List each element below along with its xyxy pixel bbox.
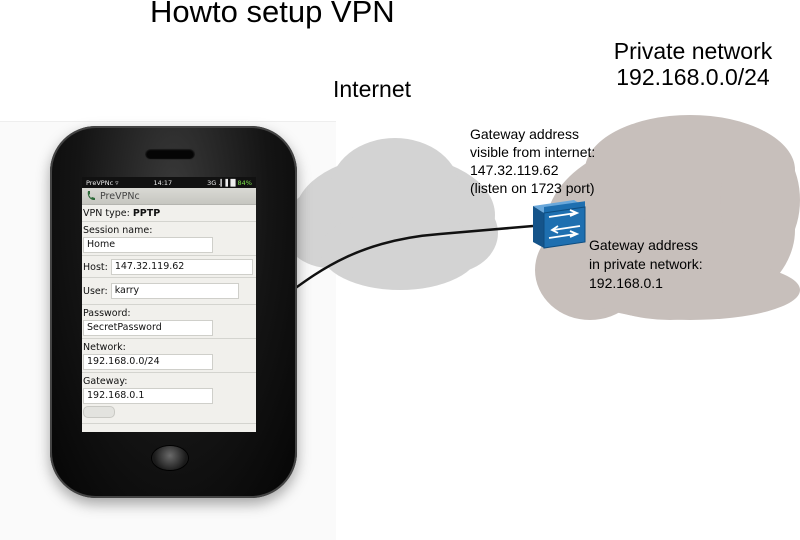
phone-home-button[interactable] <box>152 446 188 470</box>
phone-handset-icon <box>87 191 95 200</box>
note-line: Gateway address <box>589 237 698 253</box>
password-field[interactable]: SecretPassword <box>83 320 213 336</box>
app-header: PreVPNc <box>82 188 256 205</box>
session-name-label: Session name: <box>83 225 153 236</box>
signal-icon: 3G .▎▌█ <box>207 178 236 187</box>
vpn-type-value: PPTP <box>132 208 161 219</box>
status-time: 14:17 <box>153 178 173 187</box>
page-title: Howto setup VPN <box>150 0 395 29</box>
status-app-menu[interactable]: PreVPNc ▿ <box>86 179 118 187</box>
gateway-router-icon <box>533 200 586 249</box>
network-row: Network: 192.168.0.0/24 <box>82 339 256 373</box>
private-network-subnet: 192.168.0.0/24 <box>616 64 770 90</box>
gateway-row: Gateway: 192.168.0.1 <box>82 373 256 424</box>
note-line: 192.168.0.1 <box>589 275 663 291</box>
phone-earpiece <box>145 148 195 159</box>
host-field[interactable]: 147.32.119.62 <box>110 259 253 275</box>
gateway-private-address-note: Gateway address in private network: 192.… <box>589 236 703 293</box>
note-line: Gateway address <box>470 126 579 142</box>
note-line: in private network: <box>589 256 703 272</box>
gateway-field[interactable]: 192.168.0.1 <box>83 388 213 404</box>
battery-level: 84% <box>237 178 252 187</box>
password-label: Password: <box>83 308 131 319</box>
gateway-public-address-note: Gateway address visible from internet: 1… <box>470 125 595 197</box>
user-row: User: karry <box>82 278 256 305</box>
note-line: (listen on 1723 port) <box>470 180 595 196</box>
user-label: User: <box>83 285 108 297</box>
host-row: Host: 147.32.119.62 <box>82 256 256 278</box>
vpn-type-label: VPN type: <box>83 208 130 219</box>
app-title: PreVPNc <box>100 190 140 202</box>
session-name-field[interactable]: Home <box>83 237 213 253</box>
host-label: Host: <box>83 261 108 273</box>
private-network-label: Private network 192.168.0.0/24 <box>598 38 788 90</box>
password-row: Password: SecretPassword <box>82 305 256 339</box>
phone-status-bar: PreVPNc ▿ 14:17 3G .▎▌█ 84% <box>82 177 256 188</box>
network-field[interactable]: 192.168.0.0/24 <box>83 354 213 370</box>
vpn-type-row[interactable]: VPN type: PPTP <box>82 205 256 222</box>
user-field[interactable]: karry <box>110 283 239 299</box>
private-network-title: Private network <box>613 38 773 64</box>
internet-label: Internet <box>333 76 411 102</box>
gateway-label: Gateway: <box>83 376 128 387</box>
internet-cloud <box>282 138 498 290</box>
session-row: Session name: Home <box>82 222 256 256</box>
phone-screen: PreVPNc ▿ 14:17 3G .▎▌█ 84% PreVPNc VPN … <box>82 177 256 432</box>
network-label: Network: <box>83 342 126 353</box>
save-button[interactable] <box>83 406 115 418</box>
note-line: 147.32.119.62 <box>470 162 559 178</box>
note-line: visible from internet: <box>470 144 596 160</box>
